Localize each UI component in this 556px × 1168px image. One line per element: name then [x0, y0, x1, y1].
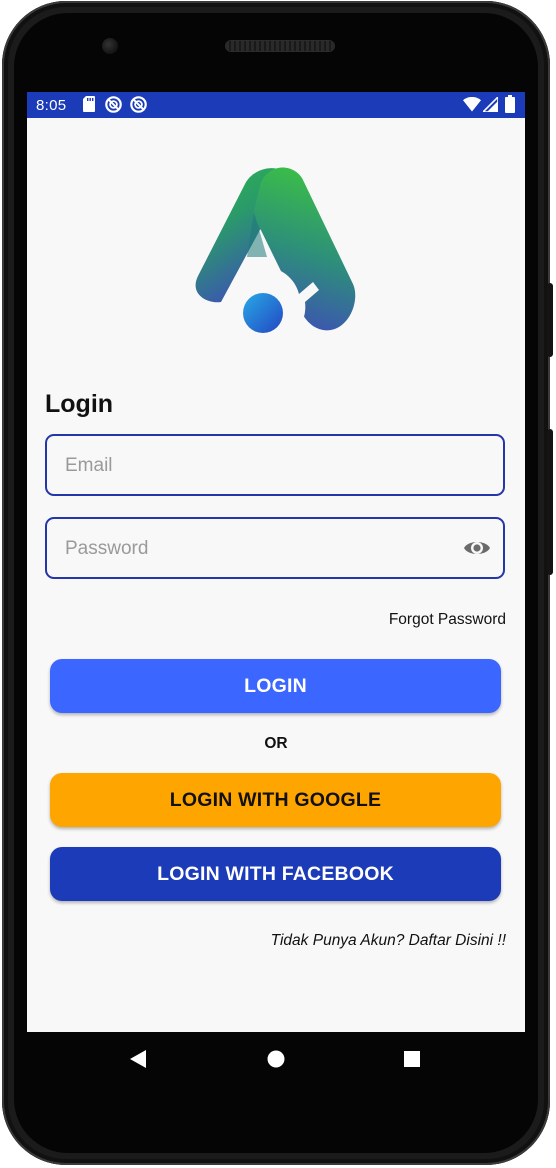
- email-input[interactable]: [63, 436, 467, 496]
- cell-signal-icon: [483, 97, 498, 112]
- status-time: 8:05: [36, 97, 67, 114]
- back-icon[interactable]: [128, 1049, 148, 1069]
- sd-card-icon: [83, 96, 95, 112]
- page-title: Login: [45, 390, 114, 418]
- recents-icon[interactable]: [402, 1049, 422, 1069]
- app-screen: 8:05 Login Email Forgot Password LOGIN O…: [27, 92, 525, 1032]
- email-field[interactable]: [45, 434, 505, 496]
- login-with-facebook-button[interactable]: LOGIN WITH FACEBOOK: [50, 847, 501, 901]
- login-button[interactable]: LOGIN: [50, 659, 501, 713]
- home-icon[interactable]: [266, 1049, 286, 1069]
- battery-icon: [505, 95, 515, 113]
- status-bar: 8:05: [27, 92, 525, 118]
- or-divider-label: OR: [264, 735, 288, 752]
- navigation-bar: [27, 1032, 525, 1088]
- sync-off-icon: [130, 96, 147, 113]
- login-with-google-button[interactable]: LOGIN WITH GOOGLE: [50, 773, 501, 827]
- volume-button: [547, 429, 553, 575]
- eye-icon[interactable]: [463, 536, 491, 560]
- sync-off-icon: [105, 96, 122, 113]
- register-link[interactable]: Tidak Punya Akun? Daftar Disini !!: [271, 932, 506, 950]
- forgot-password-link[interactable]: Forgot Password: [389, 611, 506, 629]
- password-input[interactable]: [63, 519, 467, 579]
- password-field[interactable]: [45, 517, 505, 579]
- wifi-icon: [463, 97, 481, 112]
- power-button: [547, 283, 553, 357]
- app-logo-icon: [195, 167, 356, 342]
- earpiece-speaker: [226, 41, 334, 51]
- front-camera: [102, 38, 118, 54]
